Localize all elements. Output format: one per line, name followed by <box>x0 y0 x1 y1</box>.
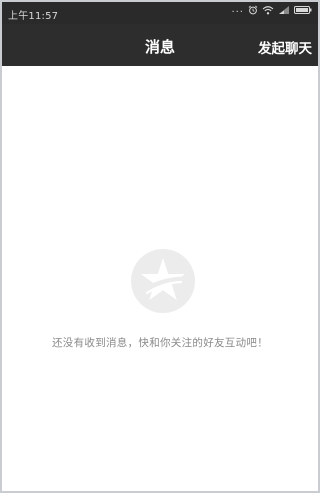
status-time: 上午11:57 <box>8 11 59 22</box>
signal-icon <box>278 5 290 15</box>
start-chat-button[interactable]: 发起聊天 <box>258 37 312 57</box>
wifi-icon <box>262 5 274 15</box>
messages-empty-state: 还没有收到消息，快和你关注的好友互动吧！ <box>2 66 318 491</box>
status-icons: ... <box>231 3 312 15</box>
star-logo-icon <box>131 249 195 313</box>
status-bar: 上午11:57 ... <box>2 2 318 24</box>
title-bar: 消息 发起聊天 <box>2 24 318 66</box>
empty-message: 还没有收到消息，快和你关注的好友互动吧！ <box>52 337 268 349</box>
battery-icon <box>294 5 312 15</box>
phone-screen: 上午11:57 ... 消息 发起聊天 还没有收到消息，快和你关注的好友互动吧！ <box>2 2 318 491</box>
alarm-icon <box>248 5 258 15</box>
notification-dots: ... <box>231 3 244 15</box>
